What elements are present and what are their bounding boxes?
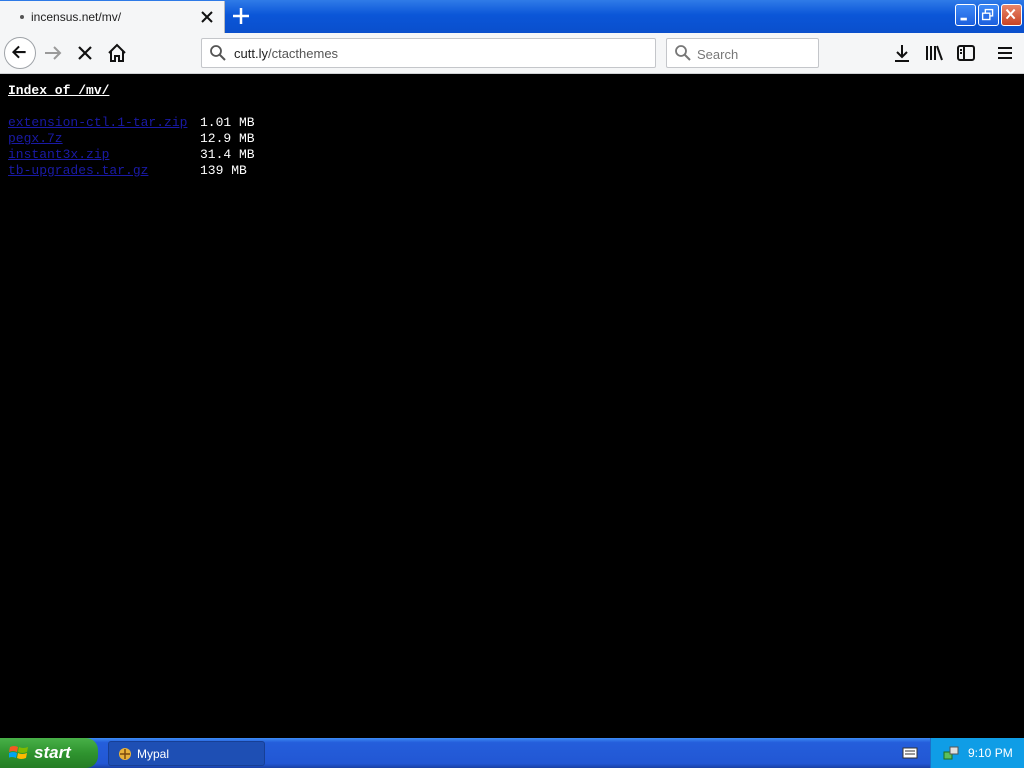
url-text: cutt.ly/ctacthemes [234, 46, 338, 61]
close-window-icon [1005, 8, 1016, 20]
list-item: instant3x.zip 31.4 MB [8, 147, 255, 163]
file-size: 31.4 MB [200, 147, 255, 162]
clock: 9:10 PM [968, 746, 1013, 760]
search-box[interactable] [666, 38, 819, 68]
title-bar: incensus.net/mv/ [0, 0, 1024, 33]
menu-icon[interactable] [994, 42, 1016, 64]
back-arrow-icon [11, 45, 26, 59]
sidebar-icon[interactable] [955, 42, 977, 64]
tab-title: incensus.net/mv/ [31, 10, 122, 24]
navigation-toolbar: cutt.ly/ctacthemes [0, 33, 1024, 74]
mypal-app-icon [119, 748, 131, 760]
url-path: /ctacthemes [267, 46, 339, 61]
restore-button[interactable] [978, 4, 999, 26]
page-title: Index of /mv/ [8, 83, 110, 98]
library-icon[interactable] [923, 42, 945, 64]
search-icon [210, 45, 226, 61]
search-input[interactable] [697, 45, 812, 63]
forward-arrow-icon[interactable] [42, 42, 64, 64]
url-domain: cutt.ly [234, 46, 268, 61]
file-size: 12.9 MB [200, 131, 255, 146]
network-icon[interactable] [942, 744, 960, 762]
browser-tab[interactable]: incensus.net/mv/ [0, 1, 225, 33]
list-item: pegx.7z 12.9 MB [8, 131, 255, 147]
minimize-button[interactable] [955, 4, 976, 26]
downloads-icon[interactable] [891, 42, 913, 64]
url-bar[interactable]: cutt.ly/ctacthemes [201, 38, 656, 68]
taskbar: start Mypal 9:10 PM [0, 738, 1024, 768]
home-icon[interactable] [106, 42, 128, 64]
start-button[interactable]: start [0, 738, 98, 768]
page-content: Index of /mv/ extension-ctl.1-tar.zip 1.0… [0, 74, 1024, 738]
minimize-icon [960, 17, 967, 21]
taskbar-window-label: Mypal [137, 747, 170, 761]
file-size: 1.01 MB [200, 115, 255, 130]
new-tab-icon[interactable] [230, 5, 252, 27]
windows-logo-icon [9, 746, 28, 759]
close-window-button[interactable] [1001, 4, 1022, 26]
file-link[interactable]: instant3x.zip [8, 147, 200, 163]
system-tray: 9:10 PM [930, 738, 1024, 768]
start-label: start [34, 743, 71, 762]
list-item: extension-ctl.1-tar.zip 1.01 MB [8, 115, 255, 131]
file-size: 139 MB [200, 163, 247, 178]
taskbar-window-mypal[interactable]: Mypal [108, 741, 265, 766]
close-tab-icon[interactable] [199, 7, 215, 27]
loading-dot-icon [20, 15, 24, 19]
file-link[interactable]: tb-upgrades.tar.gz [8, 163, 200, 179]
file-link[interactable]: extension-ctl.1-tar.zip [8, 115, 200, 131]
back-button[interactable] [4, 37, 36, 69]
keyboard-icon[interactable] [902, 746, 918, 760]
file-list: extension-ctl.1-tar.zip 1.01 MB pegx.7z 12… [8, 115, 255, 179]
list-item: tb-upgrades.tar.gz 139 MB [8, 163, 255, 179]
stop-loading-icon[interactable] [74, 42, 96, 64]
restore-icon [981, 8, 994, 21]
file-link[interactable]: pegx.7z [8, 131, 200, 147]
search-icon [675, 45, 691, 61]
